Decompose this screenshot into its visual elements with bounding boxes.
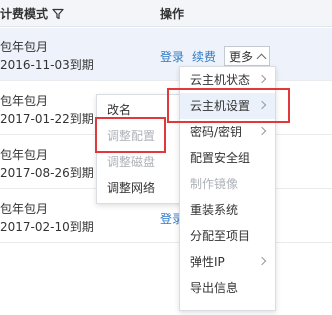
menu-item-host-status[interactable]: 云主机状态 bbox=[180, 67, 275, 93]
menu-item-label: 配置安全组 bbox=[190, 151, 251, 165]
row-actions: 登录 续费 更多 bbox=[160, 46, 271, 66]
menu-item-host-settings[interactable]: 云主机设置 bbox=[180, 93, 275, 119]
expiry-date: 2017-01-22到期 bbox=[0, 112, 94, 126]
more-dropdown-menu: 云主机状态 云主机设置 密码/密钥 配置安全组 制作镜像 重装系统 分配至项目 … bbox=[179, 66, 276, 311]
billing-cell: 包年包月 2017-01-22到期 bbox=[0, 92, 94, 128]
table-row[interactable]: 包年包月 2016-11-03到期 登录 续费 更多 bbox=[0, 28, 332, 81]
billing-cell: 包年包月 2017-02-10到期 bbox=[0, 200, 94, 236]
chevron-right-icon bbox=[257, 100, 267, 110]
submenu-item-label: 改名 bbox=[107, 103, 132, 117]
expiry-date: 2017-02-10到期 bbox=[0, 220, 94, 234]
billing-mode-value: 包年包月 bbox=[0, 148, 49, 162]
chevron-up-icon bbox=[256, 53, 267, 63]
billing-mode-value: 包年包月 bbox=[0, 40, 49, 54]
expiry-date: 2016-11-03到期 bbox=[0, 58, 94, 72]
menu-item-label: 云主机设置 bbox=[190, 99, 251, 113]
menu-item-label: 密码/密钥 bbox=[190, 125, 243, 139]
expiry-date: 2017-08-26到期 bbox=[0, 166, 94, 180]
billing-cell: 包年包月 2016-11-03到期 bbox=[0, 38, 94, 74]
submenu-item-resize-config[interactable]: 调整配置 bbox=[97, 123, 183, 149]
menu-item-create-image[interactable]: 制作镜像 bbox=[180, 171, 275, 197]
menu-item-label: 制作镜像 bbox=[190, 177, 239, 191]
menu-item-password-key[interactable]: 密码/密钥 bbox=[180, 119, 275, 145]
menu-item-label: 弹性IP bbox=[190, 255, 225, 269]
chevron-right-icon bbox=[257, 256, 267, 266]
submenu-item-label: 调整配置 bbox=[107, 129, 156, 143]
filter-icon[interactable] bbox=[52, 8, 64, 20]
login-link[interactable]: 登录 bbox=[160, 48, 184, 65]
menu-item-label: 云主机状态 bbox=[190, 73, 251, 87]
more-button[interactable]: 更多 bbox=[224, 46, 271, 66]
renew-link[interactable]: 续费 bbox=[192, 48, 216, 65]
menu-item-label: 分配至项目 bbox=[190, 229, 251, 243]
submenu-item-resize-network[interactable]: 调整网络 bbox=[97, 175, 183, 201]
billing-mode-value: 包年包月 bbox=[0, 94, 49, 108]
menu-item-security-group[interactable]: 配置安全组 bbox=[180, 145, 275, 171]
host-settings-submenu: 改名 调整配置 调整磁盘 调整网络 bbox=[96, 94, 184, 204]
submenu-item-resize-disk[interactable]: 调整磁盘 bbox=[97, 149, 183, 175]
billing-mode-value: 包年包月 bbox=[0, 202, 49, 216]
submenu-item-label: 调整网络 bbox=[107, 181, 156, 195]
more-button-label: 更多 bbox=[229, 49, 254, 64]
menu-item-label: 导出信息 bbox=[190, 281, 239, 295]
submenu-item-rename[interactable]: 改名 bbox=[97, 97, 183, 123]
menu-item-reinstall-system[interactable]: 重装系统 bbox=[180, 197, 275, 223]
billing-mode-header[interactable]: 计费模式 bbox=[0, 5, 64, 22]
table-header: 计费模式 操作 bbox=[0, 0, 332, 27]
billing-mode-header-label: 计费模式 bbox=[0, 7, 49, 21]
chevron-right-icon bbox=[257, 74, 267, 84]
menu-item-elastic-ip[interactable]: 弹性IP bbox=[180, 249, 275, 275]
billing-cell: 包年包月 2017-08-26到期 bbox=[0, 146, 94, 182]
chevron-right-icon bbox=[257, 126, 267, 136]
menu-item-label: 重装系统 bbox=[190, 203, 239, 217]
submenu-item-label: 调整磁盘 bbox=[107, 155, 156, 169]
operations-header: 操作 bbox=[160, 7, 185, 21]
menu-item-export-info[interactable]: 导出信息 bbox=[180, 275, 275, 301]
menu-item-assign-project[interactable]: 分配至项目 bbox=[180, 223, 275, 249]
